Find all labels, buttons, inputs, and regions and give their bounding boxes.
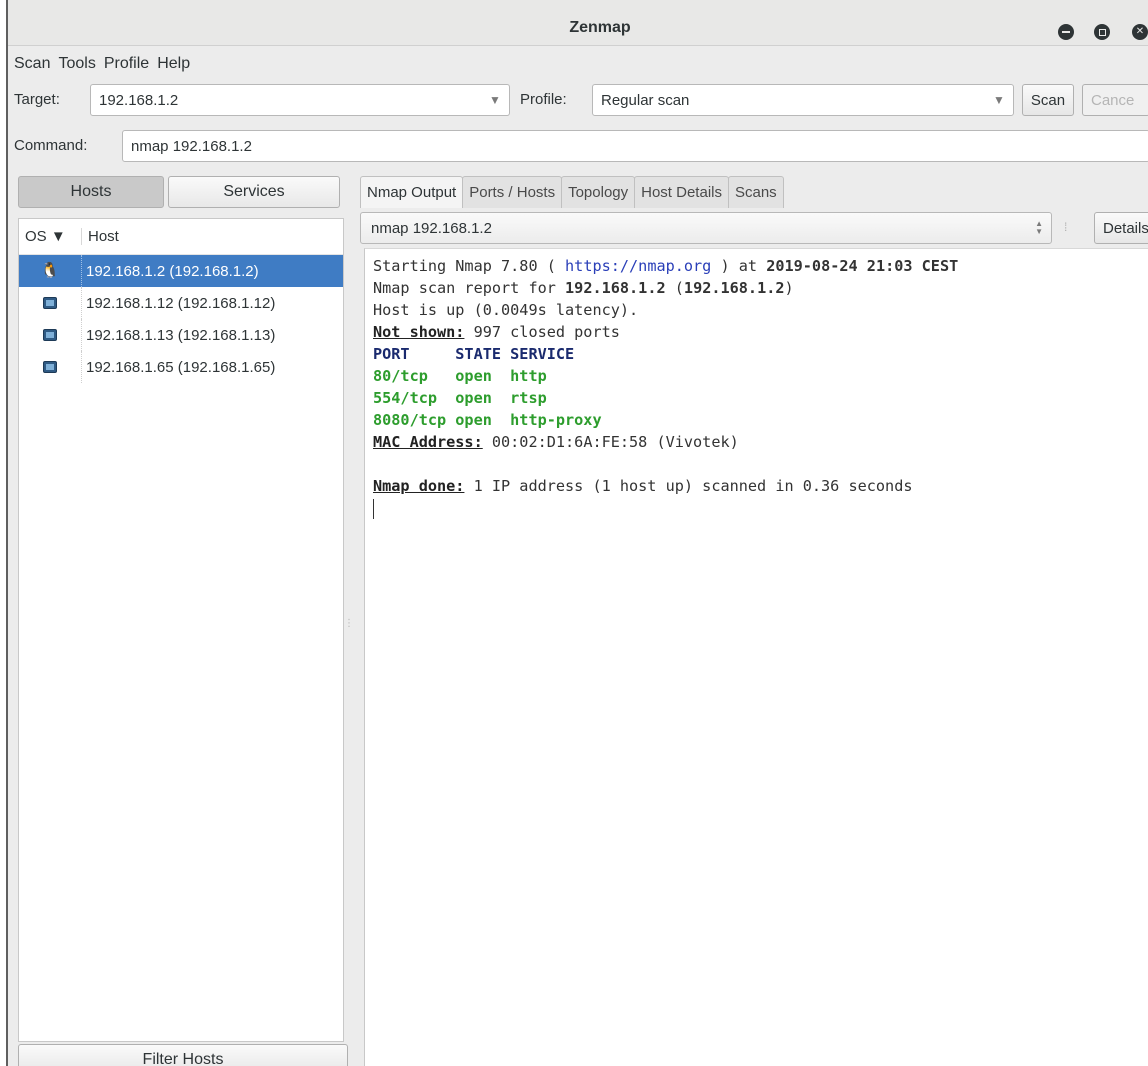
host-row[interactable]: 🐧 192.168.1.2 (192.168.1.2) [19, 255, 343, 287]
profile-value: Regular scan [601, 91, 690, 109]
menu-help[interactable]: Help [157, 55, 190, 73]
target-input[interactable]: 192.168.1.2 ▼ [90, 84, 510, 116]
scan-select-value: nmap 192.168.1.2 [371, 219, 492, 237]
services-tab[interactable]: Services [168, 176, 340, 208]
output-line: Nmap scan report for [373, 279, 566, 297]
output-url: https://nmap.org [565, 257, 712, 275]
unknown-os-icon [43, 361, 57, 373]
profile-select[interactable]: Regular scan ▼ [592, 84, 1014, 116]
output-host: 192.168.1.2 [565, 279, 666, 297]
port-row: 80/tcp open http [373, 367, 547, 385]
close-icon: ✕ [1135, 26, 1145, 37]
host-row[interactable]: 192.168.1.12 (192.168.1.12) [19, 287, 343, 319]
target-value: 192.168.1.2 [99, 91, 179, 109]
profile-dropdown-icon[interactable]: ▼ [985, 85, 1013, 115]
scan-select[interactable]: nmap 192.168.1.2 ▲ ▼ [360, 212, 1052, 244]
output-line: 997 closed ports [464, 323, 620, 341]
output-host: 192.168.1.2 [683, 279, 785, 297]
host-list: OS ▼ Host 🐧 192.168.1.2 (192.168.1.2) 19… [18, 218, 344, 1042]
maximize-icon [1098, 28, 1106, 36]
scan-button[interactable]: Scan [1022, 84, 1074, 116]
command-input[interactable]: nmap 192.168.1.2 [122, 130, 1148, 162]
filter-hosts-button[interactable]: Filter Hosts [18, 1044, 348, 1066]
output-key: Not shown: [373, 323, 465, 341]
close-button[interactable]: ✕ [1132, 24, 1148, 40]
tab-ports-hosts[interactable]: Ports / Hosts [462, 176, 563, 208]
maximize-button[interactable] [1094, 24, 1110, 40]
tab-nmap-output[interactable]: Nmap Output [360, 176, 464, 208]
port-table-header: PORT STATE SERVICE [373, 345, 575, 363]
text-cursor [373, 498, 374, 519]
menu-tools[interactable]: Tools [58, 55, 95, 73]
title-bar: Zenmap ✕ [8, 0, 1148, 46]
menu-bar: Scan Tools Profile Help [8, 48, 198, 80]
tab-host-details[interactable]: Host Details [634, 176, 729, 208]
separator-icon: ⁞ [1064, 220, 1068, 234]
hosts-tab[interactable]: Hosts [18, 176, 164, 208]
host-list-header: OS ▼ Host [19, 219, 343, 255]
output-line: 1 IP address (1 host up) scanned in 0.36… [464, 477, 913, 495]
command-label: Command: [14, 137, 88, 154]
tab-topology[interactable]: Topology [561, 176, 636, 208]
cancel-button[interactable]: Cance [1082, 84, 1148, 116]
unknown-os-icon [43, 329, 57, 341]
spin-arrows-icon: ▲ ▼ [1035, 219, 1043, 236]
profile-label: Profile: [520, 91, 567, 108]
host-column-header[interactable]: Host [81, 228, 119, 245]
minimize-button[interactable] [1058, 24, 1074, 40]
target-row: Target: 192.168.1.2 ▼ Profile: Regular s… [8, 84, 1148, 118]
output-line: ) [784, 279, 794, 297]
command-row: Command: nmap 192.168.1.2 [8, 130, 1148, 164]
host-name: 192.168.1.13 (192.168.1.13) [81, 319, 275, 351]
details-button[interactable]: Details [1094, 212, 1148, 244]
port-row: 8080/tcp open http-proxy [373, 411, 602, 429]
host-row[interactable]: 192.168.1.65 (192.168.1.65) [19, 351, 343, 383]
tab-scans[interactable]: Scans [727, 176, 784, 208]
minimize-icon [1062, 31, 1070, 33]
target-label: Target: [14, 91, 60, 108]
nmap-output-text[interactable]: Starting Nmap 7.80 ( https://nmap.org ) … [364, 248, 1148, 1066]
output-tabs: Nmap Output Ports / Hosts Topology Host … [360, 176, 784, 208]
os-column-header[interactable]: OS ▼ [19, 228, 81, 245]
pane-splitter-grip[interactable]: ⋮ [344, 618, 354, 629]
output-line: 00:02:D1:6A:FE:58 (Vivotek) [482, 433, 739, 451]
host-name: 192.168.1.65 (192.168.1.65) [81, 351, 275, 383]
target-dropdown-icon[interactable]: ▼ [481, 85, 509, 115]
zenmap-window: Zenmap ✕ Scan Tools Profile Help Target:… [6, 0, 1148, 1066]
output-key: MAC Address: [373, 433, 483, 451]
host-name: 192.168.1.12 (192.168.1.12) [81, 287, 275, 319]
output-date: 2019-08-24 21:03 CEST [766, 257, 959, 275]
output-key: Nmap done: [373, 477, 465, 495]
port-row: 554/tcp open rtsp [373, 389, 547, 407]
output-line: Host is up (0.0049s latency). [373, 301, 639, 319]
menu-profile[interactable]: Profile [104, 55, 149, 73]
host-name: 192.168.1.2 (192.168.1.2) [81, 255, 259, 287]
menu-scan[interactable]: Scan [14, 55, 50, 73]
host-row[interactable]: 192.168.1.13 (192.168.1.13) [19, 319, 343, 351]
unknown-os-icon [43, 297, 57, 309]
output-line: Starting Nmap 7.80 ( [373, 257, 566, 275]
output-line: ) at [711, 257, 767, 275]
scan-select-row: nmap 192.168.1.2 ▲ ▼ ⁞ Details [360, 212, 1148, 246]
linux-os-icon: 🐧 [40, 262, 60, 279]
output-line: ( [665, 279, 684, 297]
